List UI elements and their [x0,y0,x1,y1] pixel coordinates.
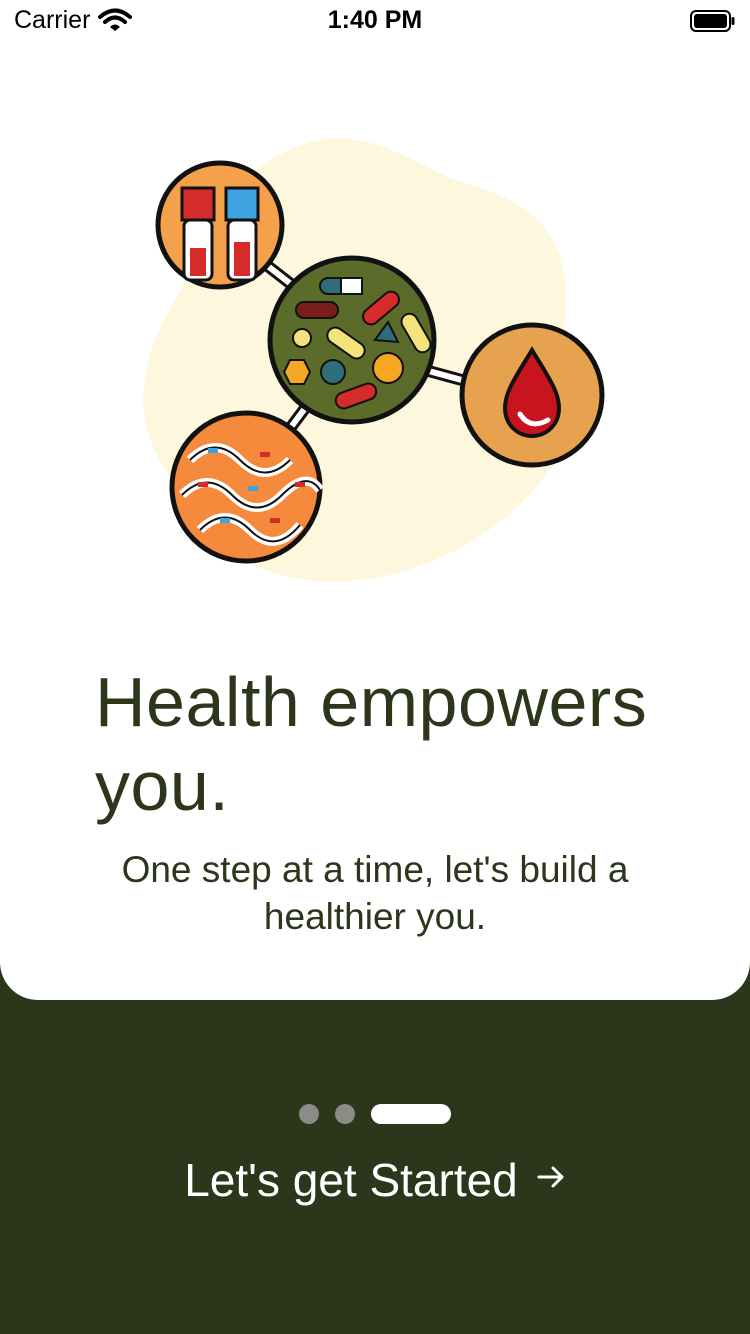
dna-icon [169,410,324,564]
page-dot-1[interactable] [299,1104,319,1124]
status-bar: Carrier 1:40 PM [0,0,750,40]
page-dot-2[interactable] [335,1104,355,1124]
page-dot-active[interactable] [371,1104,451,1124]
get-started-button[interactable]: Let's get Started [0,1150,750,1210]
headline: Health empowers you. [95,663,648,825]
health-illustration [143,138,605,582]
get-started-label: Let's get Started [184,1154,518,1206]
blood-drop-icon [459,322,605,468]
pills-icon [267,255,437,425]
test-tubes-icon [155,160,285,290]
subtitle: One step at a time, let's build a health… [121,849,629,937]
onboarding-card: Carrier 1:40 PM Health empowers you. One… [0,0,750,1000]
battery-icon [690,9,736,38]
clock: 1:40 PM [327,6,423,34]
arrow-right-icon [536,1162,566,1198]
page-indicator[interactable] [0,1104,750,1124]
